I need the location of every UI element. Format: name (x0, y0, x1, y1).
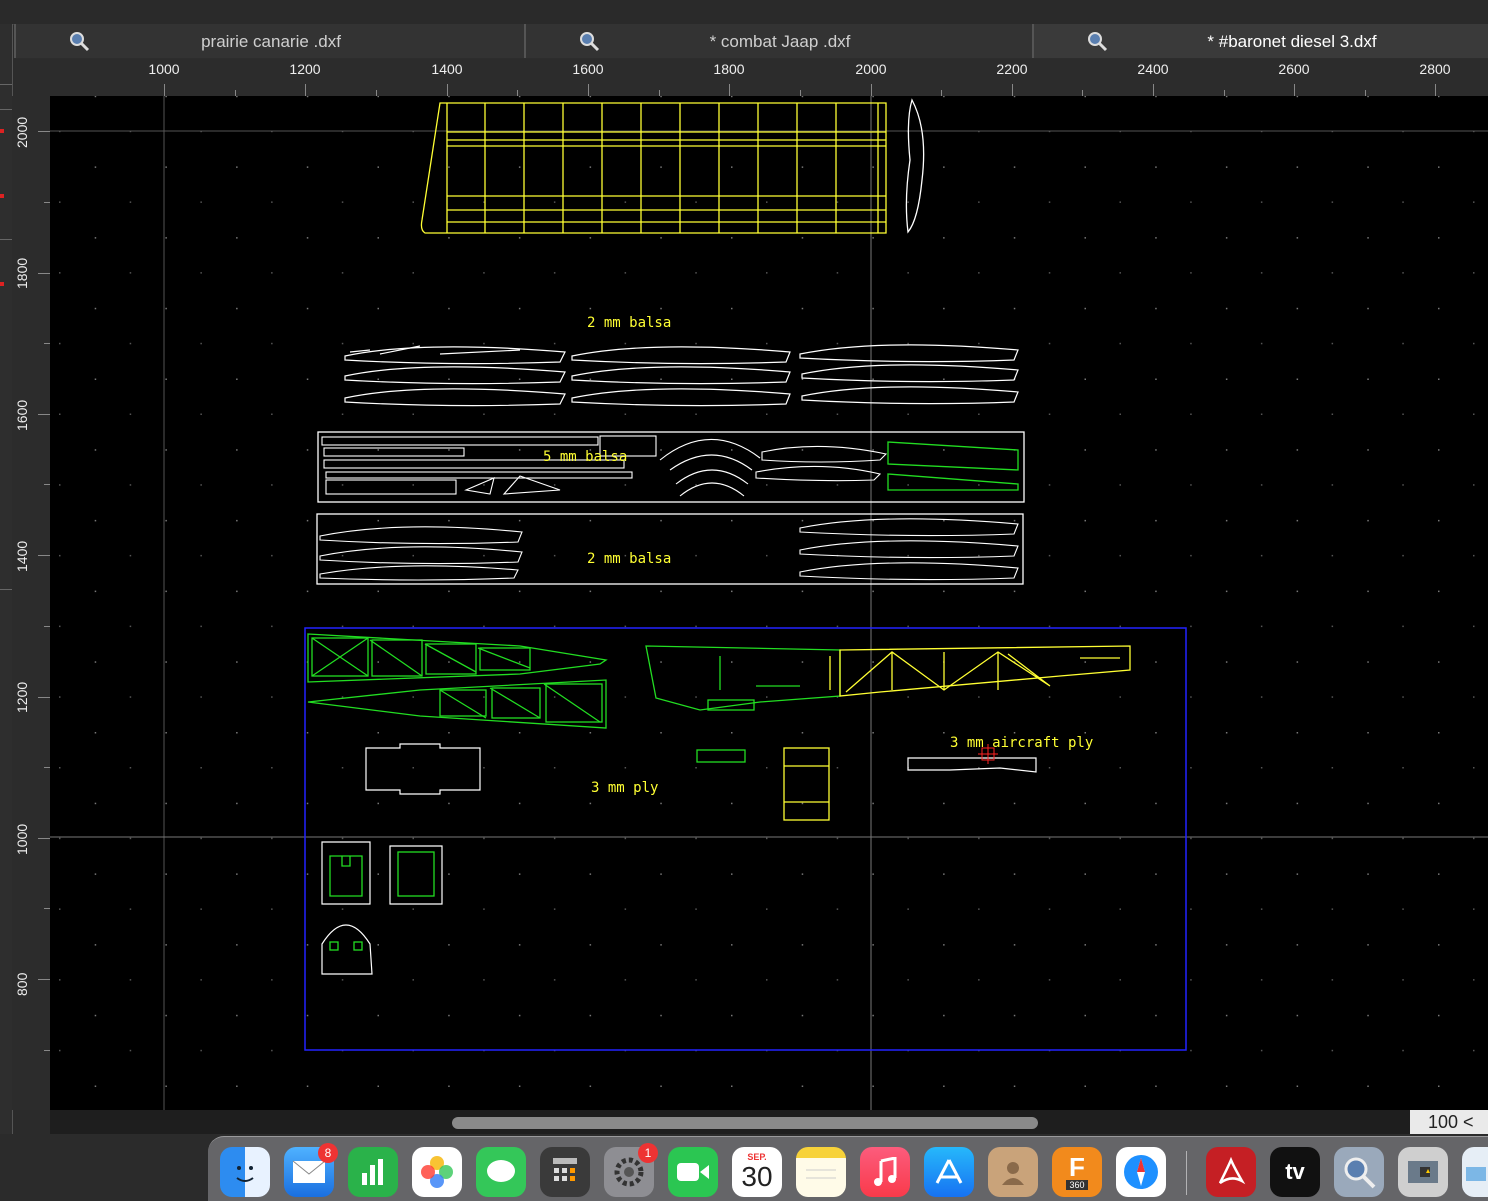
window-top-bar (0, 0, 1488, 25)
calculator-icon[interactable] (540, 1147, 590, 1197)
ruler-label: 800 (14, 972, 30, 996)
tab-label: * #baronet diesel 3.dxf (1207, 32, 1377, 51)
calendar-day: 30 (741, 1161, 773, 1192)
fusion-letter: F (1069, 1152, 1085, 1182)
ruler-label: 1600 (14, 399, 30, 431)
photos-icon[interactable] (412, 1147, 462, 1197)
label-2mm-balsa-bottom: 2 mm balsa (587, 551, 671, 567)
facetime-icon[interactable] (668, 1147, 718, 1197)
ruler-label: 1200 (14, 681, 30, 713)
ruler-label: 1800 (713, 61, 745, 77)
mail-icon[interactable]: 8 (284, 1143, 338, 1197)
ruler-label: 1200 (289, 61, 321, 77)
macos-dock: 8 1 SEP. 30 F 360 tv (208, 1136, 1488, 1201)
dock-separator (1186, 1151, 1187, 1195)
contacts-icon[interactable] (988, 1147, 1038, 1197)
ruler-label: 1400 (14, 540, 30, 572)
ruler-label: 2000 (14, 116, 30, 148)
label-2mm-balsa-top: 2 mm balsa (587, 315, 671, 331)
messages-icon[interactable] (476, 1147, 526, 1197)
drawing-canvas[interactable]: 2 mm balsa 5 mm balsa 2 mm balsa 3 mm pl… (50, 96, 1488, 1110)
label-3mm-aircraft-ply: 3 mm aircraft ply (950, 735, 1093, 751)
settings-badge: 1 (638, 1143, 658, 1163)
ruler-label: 2400 (1137, 61, 1169, 77)
fusion-subtext: 360 (1066, 1180, 1088, 1190)
ruler-label: 1400 (431, 61, 463, 77)
notes-icon[interactable] (796, 1147, 846, 1197)
ruler-label: 2800 (1419, 61, 1451, 77)
tab-prairie-canarie[interactable]: prairie canarie .dxf (14, 24, 527, 58)
safari-icon[interactable] (1116, 1147, 1166, 1197)
scrollbar-thumb[interactable] (452, 1117, 1038, 1129)
tab-label: * combat Jaap .dxf (709, 32, 851, 51)
mail-badge: 8 (318, 1143, 338, 1163)
label-5mm-balsa: 5 mm balsa (543, 449, 627, 465)
ruler-label: 1600 (572, 61, 604, 77)
gear-icon[interactable]: 1 (604, 1143, 658, 1197)
label-3mm-ply: 3 mm ply (591, 780, 658, 796)
ruler-label: 2000 (855, 61, 887, 77)
tab-combat-jaap[interactable]: * combat Jaap .dxf (524, 24, 1035, 58)
music-icon[interactable] (860, 1147, 910, 1197)
preview-icon[interactable] (1462, 1147, 1488, 1197)
vertical-ruler: 2000 1800 1600 1400 1200 1000 800 (12, 96, 50, 1110)
app-store-icon[interactable] (924, 1147, 974, 1197)
ruler-label: 2600 (1278, 61, 1310, 77)
finder-icon[interactable] (220, 1147, 270, 1197)
tab-label: prairie canarie .dxf (201, 32, 341, 51)
acrobat-icon[interactable] (1206, 1147, 1256, 1197)
ruler-label: 1000 (148, 61, 180, 77)
apple-tv-icon[interactable]: tv (1270, 1147, 1320, 1197)
tab-baronet-diesel[interactable]: * #baronet diesel 3.dxf (1032, 24, 1488, 58)
zoom-level[interactable]: 100 < (1410, 1110, 1488, 1134)
horizontal-ruler: 1000 1200 1400 1600 1800 2000 2200 2400 … (14, 59, 1488, 96)
horizontal-scrollbar[interactable] (50, 1110, 1410, 1134)
apple-tv-label: tv (1285, 1159, 1305, 1184)
ruler-label: 1800 (14, 257, 30, 289)
ruler-label: 1000 (14, 823, 30, 855)
numbers-icon[interactable] (348, 1147, 398, 1197)
document-tab-bar: prairie canarie .dxf * combat Jaap .dxf … (14, 24, 1488, 60)
fusion-icon[interactable]: F 360 (1052, 1147, 1102, 1197)
image-capture-icon[interactable] (1398, 1147, 1448, 1197)
cad-magnifier-icon[interactable] (1334, 1147, 1384, 1197)
cad-drawing: 2 mm balsa 5 mm balsa 2 mm balsa 3 mm pl… (50, 96, 1488, 1110)
ruler-label: 2200 (996, 61, 1028, 77)
calendar-icon[interactable]: SEP. 30 (732, 1147, 782, 1197)
